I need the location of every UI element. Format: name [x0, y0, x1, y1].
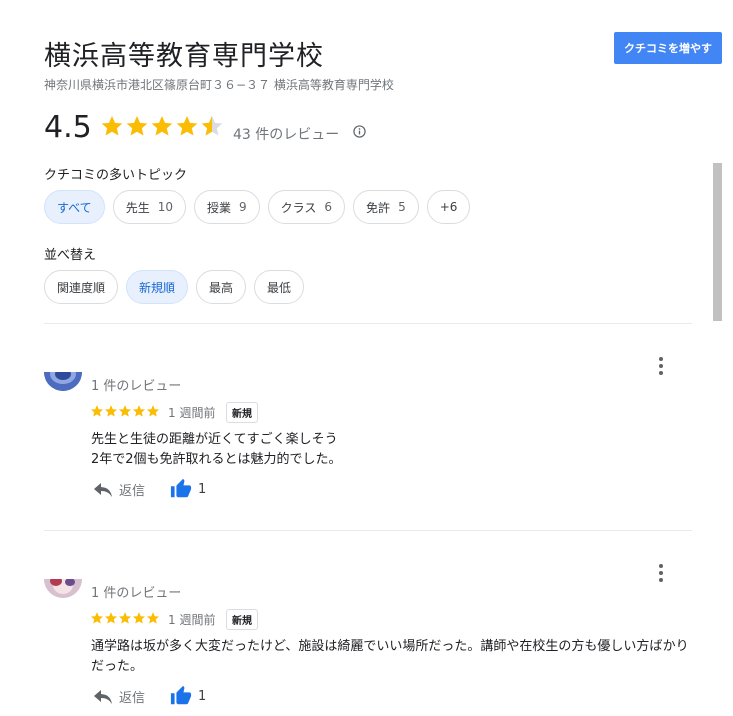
review-stars	[90, 611, 160, 625]
like-button[interactable]: 1	[170, 685, 206, 707]
topic-chip-label: クラス	[280, 200, 317, 215]
sort-label: 並べ替え	[44, 248, 97, 263]
star-icon	[118, 612, 132, 624]
star-icon	[132, 405, 146, 417]
topics-label: クチコミの多いトピック	[44, 168, 188, 183]
topic-chip-teacher[interactable]: 先生 10	[112, 190, 186, 224]
star-icon	[132, 612, 146, 624]
half-star-icon	[201, 116, 223, 136]
star-icon	[151, 116, 173, 136]
topic-chip-lesson[interactable]: 授業 9	[193, 190, 260, 224]
average-rating-stars	[100, 114, 224, 138]
average-rating: 4.5	[44, 110, 92, 145]
sort-chip-label: 関連度順	[57, 280, 106, 295]
reviewer-meta[interactable]: 1 件のレビュー	[91, 582, 181, 601]
divider	[44, 323, 692, 324]
review-text: 先生と生徒の距離が近くてすごく楽しそう 2年で2個も免許取れるとは魅力的でした。	[91, 430, 691, 470]
sort-newest[interactable]: 新規順	[126, 270, 189, 304]
sort-relevance[interactable]: 関連度順	[44, 270, 119, 304]
scrollbar[interactable]	[713, 163, 722, 321]
topic-chip-label: 免許	[366, 200, 391, 215]
avatar-image	[44, 579, 82, 598]
review-stars	[90, 404, 160, 418]
star-icon	[90, 612, 104, 624]
avatar[interactable]	[44, 372, 82, 391]
thumbs-up-icon	[170, 685, 192, 705]
topic-chip-label: すべて	[57, 200, 92, 215]
more-options-icon[interactable]	[656, 356, 666, 376]
sort-highest[interactable]: 最高	[196, 270, 247, 304]
reply-label: 返信	[119, 484, 146, 499]
avatar[interactable]	[44, 579, 82, 598]
thumbs-up-icon	[170, 478, 192, 498]
new-badge: 新規	[226, 609, 258, 630]
star-icon	[126, 116, 148, 136]
add-review-button[interactable]: クチコミを増やす	[614, 32, 722, 64]
sort-lowest[interactable]: 最低	[254, 270, 305, 304]
address: 神奈川県横浜市港北区篠原台町３６−３７ 横浜高等教育専門学校	[44, 78, 394, 92]
more-options-icon[interactable]	[656, 563, 666, 583]
topic-chip-label: 授業	[206, 200, 231, 215]
new-badge: 新規	[226, 402, 258, 423]
topic-chips: すべて 先生 10 授業 9 クラス 6 免許 5 +6	[44, 190, 471, 224]
sort-chip-label: 最高	[209, 280, 234, 295]
star-icon	[146, 405, 160, 417]
topic-chip-label: 先生	[125, 200, 150, 215]
topic-chip-label: +6	[439, 200, 458, 214]
review-text-line: だった。	[91, 659, 144, 674]
page-title: 横浜高等教育専門学校	[44, 41, 324, 72]
reviewer-meta[interactable]: 1 件のレビュー	[91, 375, 181, 394]
review-count: 43 件のレビュー	[233, 127, 340, 143]
sort-chip-label: 最低	[267, 280, 292, 295]
sort-chips: 関連度順 新規順 最高 最低	[44, 270, 305, 304]
topic-chip-count: 10	[157, 200, 173, 214]
review-text-line: 先生と生徒の距離が近くてすごく楽しそう	[91, 432, 338, 447]
review-time: 1 週間前	[168, 406, 216, 420]
like-button[interactable]: 1	[170, 478, 206, 500]
star-icon	[146, 612, 160, 624]
topic-chip-more[interactable]: +6	[426, 190, 471, 224]
review-text-line: 2年で2個も免許取れるとは魅力的でした。	[91, 452, 342, 467]
topic-chip-license[interactable]: 免許 5	[353, 190, 419, 224]
sort-chip-label: 新規順	[139, 280, 176, 295]
review-text: 通学路は坂が多く大変だったけど、施設は綺麗でいい場所だった。講師や在校生の方も優…	[91, 637, 691, 677]
star-icon	[118, 405, 132, 417]
star-icon	[90, 405, 104, 417]
info-icon[interactable]	[353, 125, 366, 138]
reply-icon	[94, 482, 112, 497]
review-text-line: 通学路は坂が多く大変だったけど、施設は綺麗でいい場所だった。講師や在校生の方も優…	[91, 639, 689, 654]
topic-chip-class[interactable]: クラス 6	[267, 190, 346, 224]
divider	[44, 530, 692, 531]
star-icon	[176, 116, 198, 136]
like-count: 1	[198, 688, 207, 704]
star-icon	[101, 116, 123, 136]
avatar-image	[44, 372, 82, 391]
topic-chip-count: 5	[398, 200, 406, 214]
review-time: 1 週間前	[168, 613, 216, 627]
reply-label: 返信	[119, 691, 146, 706]
star-icon	[104, 612, 118, 624]
star-icon	[104, 405, 118, 417]
topic-chip-count: 6	[324, 200, 333, 214]
topic-chip-count: 9	[239, 200, 247, 214]
reply-icon	[94, 689, 112, 704]
reply-button[interactable]: 返信	[93, 480, 145, 499]
reply-button[interactable]: 返信	[93, 687, 145, 706]
like-count: 1	[198, 481, 207, 497]
topic-chip-all[interactable]: すべて	[44, 190, 105, 224]
